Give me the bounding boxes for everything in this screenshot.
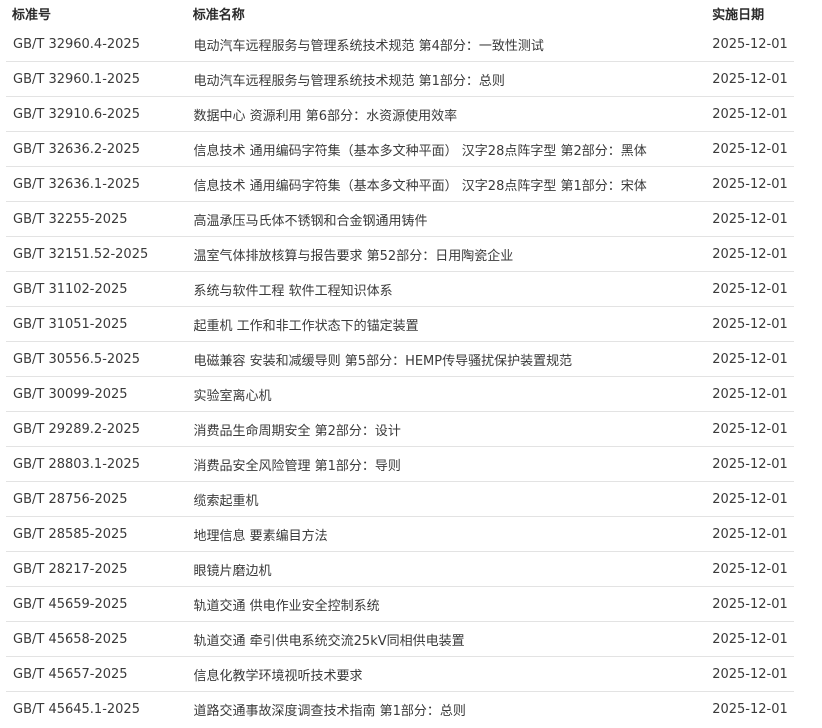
standard-code[interactable]: GB/T 28585-2025 <box>6 527 194 542</box>
standard-code[interactable]: GB/T 45658-2025 <box>6 632 194 647</box>
standard-code[interactable]: GB/T 31102-2025 <box>6 282 194 297</box>
standard-name[interactable]: 起重机 工作和非工作状态下的锚定装置 <box>194 315 713 334</box>
table-body: GB/T 32960.4-2025 电动汽车远程服务与管理系统技术规范 第4部分：… <box>6 27 794 726</box>
standard-name[interactable]: 信息技术 通用编码字符集（基本多文种平面） 汉字28点阵字型 第2部分：黑体 <box>194 140 713 159</box>
table-row[interactable]: GB/T 32910.6-2025 数据中心 资源利用 第6部分：水资源使用效率 2… <box>6 96 794 131</box>
standard-name[interactable]: 眼镜片磨边机 <box>194 560 713 579</box>
column-header-code[interactable]: 标准号 <box>6 4 193 23</box>
effective-date: 2025-12-01 <box>712 456 788 472</box>
table-row[interactable]: GB/T 32151.52-2025 温室气体排放核算与报告要求 第52部分：日用… <box>6 236 794 271</box>
effective-date: 2025-12-01 <box>712 351 788 367</box>
effective-date: 2025-12-01 <box>712 666 788 682</box>
table-row[interactable]: GB/T 32636.2-2025 信息技术 通用编码字符集（基本多文种平面） 汉… <box>6 131 794 166</box>
effective-date: 2025-12-01 <box>712 631 788 647</box>
standard-code[interactable]: GB/T 45657-2025 <box>6 667 194 682</box>
effective-date: 2025-12-01 <box>712 176 788 192</box>
standard-name[interactable]: 轨道交通 供电作业安全控制系统 <box>194 595 713 614</box>
table-row[interactable]: GB/T 28803.1-2025 消费品安全风险管理 第1部分：导则 2025-1… <box>6 446 794 481</box>
table-row[interactable]: GB/T 45657-2025 信息化教学环境视听技术要求 2025-12-01 <box>6 656 794 691</box>
table-row[interactable]: GB/T 45645.1-2025 道路交通事故深度调查技术指南 第1部分：总则 2… <box>6 691 794 726</box>
standard-code[interactable]: GB/T 30099-2025 <box>6 387 194 402</box>
standard-name[interactable]: 轨道交通 牵引供电系统交流25kV同相供电装置 <box>194 630 713 649</box>
effective-date: 2025-12-01 <box>712 386 788 402</box>
effective-date: 2025-12-01 <box>712 701 788 717</box>
column-header-date[interactable]: 实施日期 <box>712 4 794 23</box>
standard-code[interactable]: GB/T 28217-2025 <box>6 562 194 577</box>
effective-date: 2025-12-01 <box>712 596 788 612</box>
effective-date: 2025-12-01 <box>712 36 788 52</box>
standard-code[interactable]: GB/T 32960.1-2025 <box>6 72 194 87</box>
standard-name[interactable]: 温室气体排放核算与报告要求 第52部分：日用陶瓷企业 <box>194 245 713 264</box>
effective-date: 2025-12-01 <box>712 71 788 87</box>
table-row[interactable]: GB/T 31102-2025 系统与软件工程 软件工程知识体系 2025-12-0… <box>6 271 794 306</box>
table-row[interactable]: GB/T 32636.1-2025 信息技术 通用编码字符集（基本多文种平面） 汉… <box>6 166 794 201</box>
standard-name[interactable]: 电磁兼容 安装和减缓导则 第5部分：HEMP传导骚扰保护装置规范 <box>194 350 713 369</box>
standard-name[interactable]: 道路交通事故深度调查技术指南 第1部分：总则 <box>194 700 713 719</box>
standard-name[interactable]: 消费品生命周期安全 第2部分：设计 <box>194 420 713 439</box>
standard-name[interactable]: 实验室离心机 <box>194 385 713 404</box>
effective-date: 2025-12-01 <box>712 526 788 542</box>
standard-code[interactable]: GB/T 31051-2025 <box>6 317 194 332</box>
table-row[interactable]: GB/T 30556.5-2025 电磁兼容 安装和减缓导则 第5部分：HEMP传… <box>6 341 794 376</box>
effective-date: 2025-12-01 <box>712 491 788 507</box>
table-row[interactable]: GB/T 45658-2025 轨道交通 牵引供电系统交流25kV同相供电装置 20… <box>6 621 794 656</box>
effective-date: 2025-12-01 <box>712 141 788 157</box>
standard-code[interactable]: GB/T 32910.6-2025 <box>6 107 194 122</box>
table-row[interactable]: GB/T 32960.1-2025 电动汽车远程服务与管理系统技术规范 第1部分：… <box>6 61 794 96</box>
standard-code[interactable]: GB/T 32636.1-2025 <box>6 177 194 192</box>
standard-code[interactable]: GB/T 32636.2-2025 <box>6 142 194 157</box>
standard-name[interactable]: 高温承压马氏体不锈钢和合金钢通用铸件 <box>194 210 713 229</box>
table-row[interactable]: GB/T 28756-2025 缆索起重机 2025-12-01 <box>6 481 794 516</box>
standards-table: 标准号 标准名称 实施日期 GB/T 32960.4-2025 电动汽车远程服务与… <box>6 0 794 726</box>
standard-code[interactable]: GB/T 29289.2-2025 <box>6 422 194 437</box>
table-row[interactable]: GB/T 32255-2025 高温承压马氏体不锈钢和合金钢通用铸件 2025-12… <box>6 201 794 236</box>
standard-code[interactable]: GB/T 30556.5-2025 <box>6 352 194 367</box>
standard-name[interactable]: 系统与软件工程 软件工程知识体系 <box>194 280 713 299</box>
standard-name[interactable]: 电动汽车远程服务与管理系统技术规范 第1部分：总则 <box>194 70 713 89</box>
table-row[interactable]: GB/T 30099-2025 实验室离心机 2025-12-01 <box>6 376 794 411</box>
effective-date: 2025-12-01 <box>712 106 788 122</box>
standard-name[interactable]: 数据中心 资源利用 第6部分：水资源使用效率 <box>194 105 713 124</box>
standard-name[interactable]: 信息化教学环境视听技术要求 <box>194 665 713 684</box>
effective-date: 2025-12-01 <box>712 211 788 227</box>
table-row[interactable]: GB/T 45659-2025 轨道交通 供电作业安全控制系统 2025-12-01 <box>6 586 794 621</box>
table-row[interactable]: GB/T 28217-2025 眼镜片磨边机 2025-12-01 <box>6 551 794 586</box>
standard-name[interactable]: 消费品安全风险管理 第1部分：导则 <box>194 455 713 474</box>
standard-name[interactable]: 信息技术 通用编码字符集（基本多文种平面） 汉字28点阵字型 第1部分：宋体 <box>194 175 713 194</box>
standard-name[interactable]: 缆索起重机 <box>194 490 713 509</box>
standard-code[interactable]: GB/T 45659-2025 <box>6 597 194 612</box>
table-row[interactable]: GB/T 32960.4-2025 电动汽车远程服务与管理系统技术规范 第4部分：… <box>6 27 794 61</box>
standard-name[interactable]: 地理信息 要素编目方法 <box>194 525 713 544</box>
standard-code[interactable]: GB/T 28803.1-2025 <box>6 457 194 472</box>
effective-date: 2025-12-01 <box>712 246 788 262</box>
table-row[interactable]: GB/T 31051-2025 起重机 工作和非工作状态下的锚定装置 2025-12… <box>6 306 794 341</box>
table-row[interactable]: GB/T 29289.2-2025 消费品生命周期安全 第2部分：设计 2025-1… <box>6 411 794 446</box>
standard-name[interactable]: 电动汽车远程服务与管理系统技术规范 第4部分：一致性测试 <box>194 35 713 54</box>
effective-date: 2025-12-01 <box>712 316 788 332</box>
standard-code[interactable]: GB/T 45645.1-2025 <box>6 702 194 717</box>
effective-date: 2025-12-01 <box>712 421 788 437</box>
standard-code[interactable]: GB/T 32960.4-2025 <box>6 37 194 52</box>
standard-code[interactable]: GB/T 32255-2025 <box>6 212 194 227</box>
standard-code[interactable]: GB/T 32151.52-2025 <box>6 247 194 262</box>
effective-date: 2025-12-01 <box>712 561 788 577</box>
effective-date: 2025-12-01 <box>712 281 788 297</box>
table-row[interactable]: GB/T 28585-2025 地理信息 要素编目方法 2025-12-01 <box>6 516 794 551</box>
table-header: 标准号 标准名称 实施日期 <box>6 0 794 27</box>
column-header-name[interactable]: 标准名称 <box>193 4 712 23</box>
standard-code[interactable]: GB/T 28756-2025 <box>6 492 194 507</box>
